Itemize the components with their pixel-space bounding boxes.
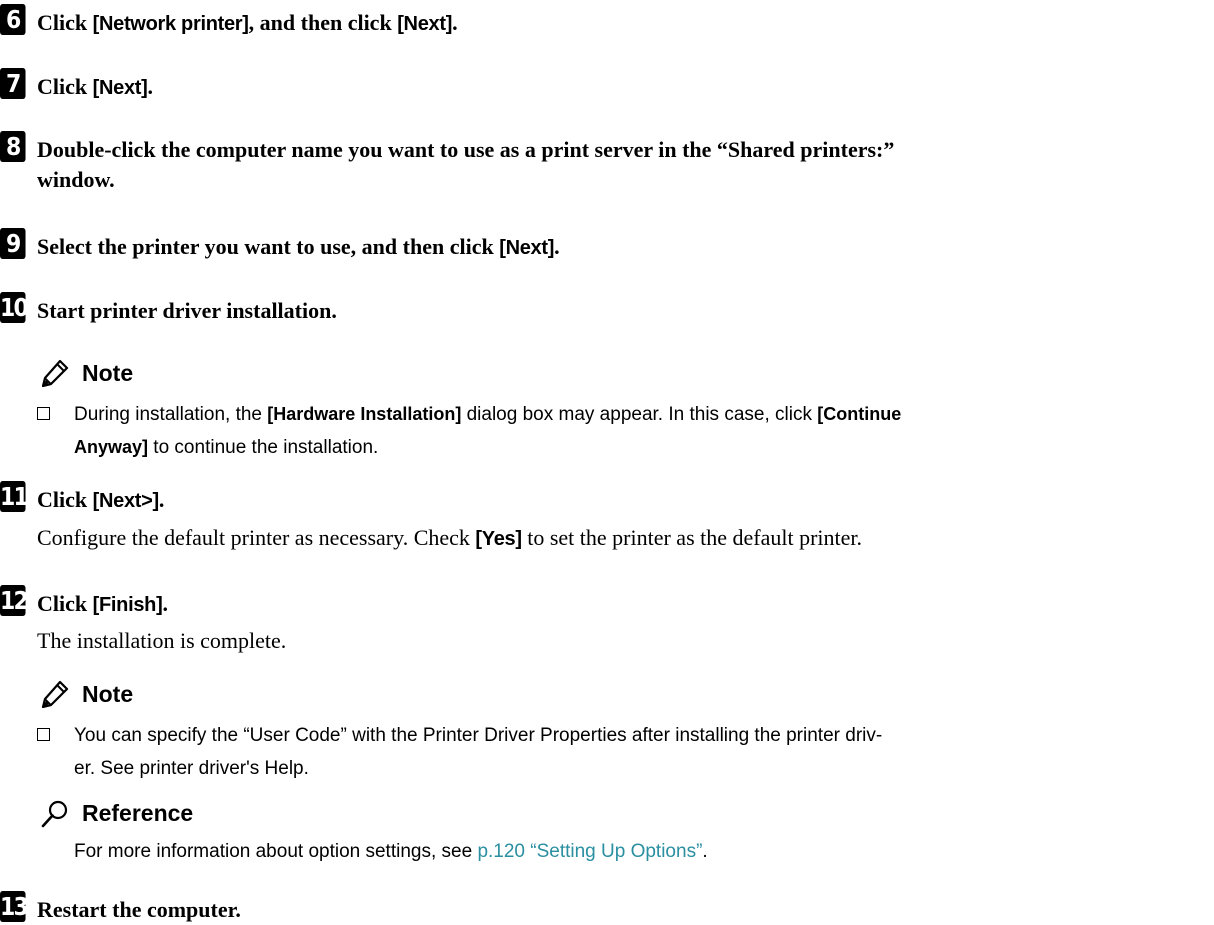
step-number-badge: 6 bbox=[0, 4, 26, 35]
step-number-badge: 13 bbox=[0, 891, 29, 922]
step-number-badge: 9 bbox=[0, 228, 26, 259]
setting-up-options-link[interactable]: p.120 “Setting Up Options” bbox=[477, 841, 702, 862]
step-text-line-2: window. bbox=[37, 167, 115, 192]
step-12-body: The installation is complete. bbox=[37, 628, 287, 653]
checkbox-icon bbox=[37, 728, 50, 741]
pencil-icon bbox=[41, 359, 69, 387]
step-text: Click [Next>]. bbox=[37, 487, 165, 512]
pencil-icon bbox=[41, 680, 69, 708]
network-printer-button-ref: [Network printer] bbox=[92, 13, 249, 35]
finish-button-ref: [Finish] bbox=[92, 594, 163, 616]
next-button-ref: [Next] bbox=[92, 77, 148, 99]
step-text: Click [Network printer], and then click … bbox=[37, 10, 458, 35]
step-number-badge: 8 bbox=[0, 131, 26, 162]
step-number-badge: 12 bbox=[0, 585, 29, 616]
next-button-ref: [Next] bbox=[397, 13, 453, 35]
step-11-body: Configure the default printer as necessa… bbox=[37, 525, 863, 550]
step-text: Click [Next]. bbox=[37, 74, 153, 99]
step-number-badge: 11 bbox=[0, 481, 29, 512]
continue-anyway-ref: [Continue bbox=[817, 404, 902, 424]
step-text: Click [Finish]. bbox=[37, 591, 168, 616]
step-number-badge: 10 bbox=[0, 292, 29, 323]
step-text: Select the printer you want to use, and … bbox=[37, 234, 560, 259]
hardware-installation-ref: [Hardware Installation] bbox=[267, 404, 462, 424]
yes-option-ref: [Yes] bbox=[475, 528, 522, 550]
magnifier-icon bbox=[41, 800, 68, 828]
next-button-ref: [Next] bbox=[499, 237, 555, 259]
step-number-badge: 7 bbox=[0, 68, 26, 99]
next-button-ref: [Next>] bbox=[92, 490, 160, 512]
step-text-line-1: Double-click the computer name you want … bbox=[37, 137, 895, 162]
document-page: 6 Click [Network printer], and then clic… bbox=[0, 0, 1214, 922]
checkbox-icon bbox=[37, 407, 50, 420]
step-text: Start printer driver installation. bbox=[37, 298, 337, 323]
step-text: Restart the computer. bbox=[37, 897, 241, 922]
